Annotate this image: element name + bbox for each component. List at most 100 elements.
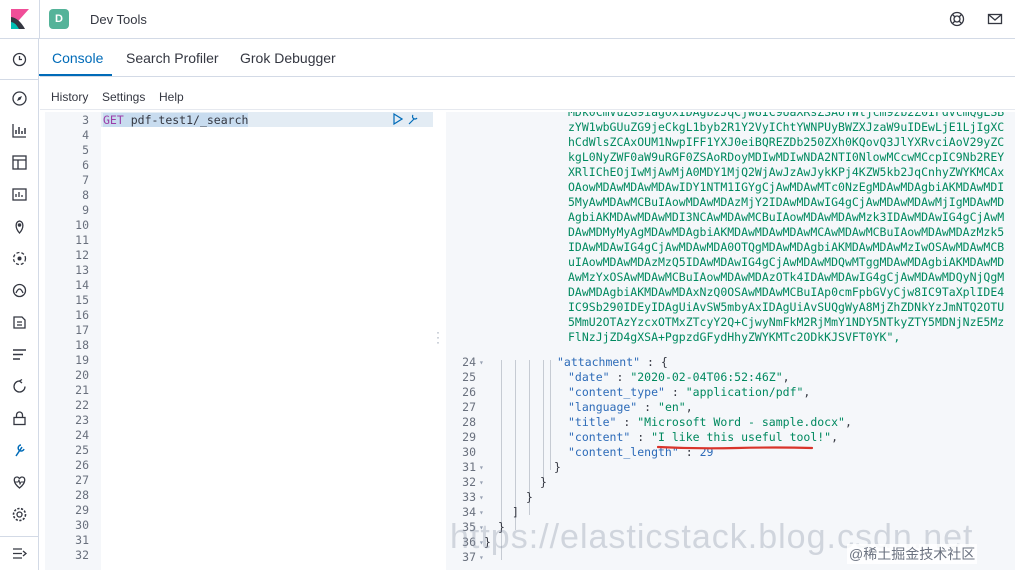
- editor-line-number: 9: [82, 203, 89, 217]
- request-options-wrench-icon[interactable]: [407, 113, 419, 125]
- help-button[interactable]: Help: [159, 90, 184, 104]
- editor-line-number: 27: [75, 473, 89, 487]
- output-line-number: 24: [462, 355, 476, 369]
- editor-line-number: 8: [82, 188, 89, 202]
- editor-line-number: 5: [82, 143, 89, 157]
- request-path: pdf-test1/_search: [130, 113, 249, 127]
- editor-line-number: 19: [75, 353, 89, 367]
- editor-line-number: 29: [75, 503, 89, 517]
- help-icon[interactable]: [949, 11, 965, 27]
- editor-line-number: 7: [82, 173, 89, 187]
- editor-line-number: 6: [82, 158, 89, 172]
- output-line-number: 30: [462, 445, 476, 459]
- visualize-chart-icon[interactable]: [11, 122, 28, 139]
- dashboard-icon[interactable]: [11, 154, 28, 171]
- json-content-line: "content" : "I like this useful tool!",: [568, 430, 839, 444]
- fold-arrow-icon[interactable]: ▾: [479, 478, 484, 487]
- output-line-number: 34: [462, 505, 476, 519]
- output-line-number: 33: [462, 490, 476, 504]
- discover-compass-icon[interactable]: [11, 90, 28, 107]
- output-line-number: 32: [462, 475, 476, 489]
- editor-line-number: 32: [75, 548, 89, 562]
- apm-icon[interactable]: [11, 346, 28, 363]
- response-output[interactable]: MDk0CmVuZG9iagoxIDAgb2JqCjw8IC9UaXRsZSAo…: [446, 112, 1015, 570]
- tab-console[interactable]: Console: [52, 50, 103, 66]
- header-divider: [39, 0, 40, 39]
- editor-line-number: 11: [75, 233, 89, 247]
- output-line-number: 27: [462, 400, 476, 414]
- output-line-number: 25: [462, 370, 476, 384]
- editor-line-number: 31: [75, 533, 89, 547]
- header-bar: D Dev Tools: [0, 0, 1015, 39]
- nav-divider-bottom: [0, 536, 39, 537]
- output-line-number: 29: [462, 430, 476, 444]
- fold-arrow-icon[interactable]: ▾: [479, 508, 484, 517]
- pane-resizer-handle[interactable]: · · ·: [436, 326, 440, 348]
- response-base64-data: MDk0CmVuZG9iagoxIDAgb2JqCjw8IC9UaXRsZSAo…: [568, 112, 1005, 344]
- indent-guide: [550, 360, 551, 470]
- request-method: GET: [103, 113, 124, 127]
- maps-pin-icon[interactable]: [11, 218, 28, 235]
- editor-line-number: 10: [75, 218, 89, 232]
- dev-tools-wrench-icon[interactable]: [11, 442, 28, 459]
- json-close-bracket: ]: [512, 505, 519, 519]
- ml-icon[interactable]: [11, 250, 28, 267]
- recent-clock-icon[interactable]: [11, 51, 28, 68]
- editor-line-number: 17: [75, 323, 89, 337]
- send-request-play-icon[interactable]: [393, 113, 403, 125]
- json-close-brace: }: [554, 460, 561, 474]
- editor-line-number: 26: [75, 458, 89, 472]
- juejin-watermark: @稀土掘金技术社区: [847, 544, 978, 564]
- history-button[interactable]: History: [51, 90, 88, 104]
- json-close-brace: }: [526, 490, 533, 504]
- editor-line-number: 15: [75, 293, 89, 307]
- request-line[interactable]: GET pdf-test1/_search: [103, 113, 249, 127]
- expand-nav-icon[interactable]: [11, 545, 28, 562]
- json-date-line: "date" : "2020-02-04T06:52:46Z",: [568, 370, 790, 384]
- canvas-icon[interactable]: [11, 186, 28, 203]
- editor-line-number: 21: [75, 383, 89, 397]
- toolbar-divider: [40, 109, 1015, 110]
- space-avatar[interactable]: D: [49, 9, 69, 29]
- nav-divider: [0, 79, 39, 80]
- dev-tools-tabs: Console Search Profiler Grok Debugger: [40, 39, 1015, 77]
- metrics-icon[interactable]: [11, 282, 28, 299]
- editor-line-number: 14: [75, 278, 89, 292]
- json-language-line: "language" : "en",: [568, 400, 693, 414]
- editor-line-number: 23: [75, 413, 89, 427]
- uptime-icon[interactable]: [11, 378, 28, 395]
- output-line-number: 31: [462, 460, 476, 474]
- request-editor[interactable]: 3 4 5 6 7 8 9 10 11 12 13 14 15 16 17 18 19 20 21 22 23 24 25 2…: [45, 112, 433, 570]
- editor-line-number: 16: [75, 308, 89, 322]
- editor-line-number: 3: [82, 113, 89, 127]
- tab-search-profiler[interactable]: Search Profiler: [126, 50, 219, 66]
- json-title-line: "title" : "Microsoft Word - sample.docx"…: [568, 415, 852, 429]
- side-navigation: [0, 39, 39, 570]
- output-line-number: 26: [462, 385, 476, 399]
- mail-icon[interactable]: [987, 11, 1003, 27]
- active-tab-indicator: [39, 74, 112, 76]
- output-line-number: 28: [462, 415, 476, 429]
- editor-line-number: 4: [82, 128, 89, 142]
- management-gear-icon[interactable]: [11, 506, 28, 523]
- editor-line-number: 18: [75, 338, 89, 352]
- fold-arrow-icon[interactable]: ▾: [479, 358, 484, 367]
- indent-guide: [543, 360, 544, 485]
- siem-lock-icon[interactable]: [11, 410, 28, 427]
- red-underline-annotation: [657, 445, 813, 450]
- fold-arrow-icon[interactable]: ▾: [479, 463, 484, 472]
- settings-button[interactable]: Settings: [102, 90, 145, 104]
- breadcrumb-title: Dev Tools: [90, 12, 147, 27]
- editor-line-number: 24: [75, 428, 89, 442]
- tab-grok-debugger[interactable]: Grok Debugger: [240, 50, 336, 66]
- editor-line-number: 13: [75, 263, 89, 277]
- editor-line-number: 12: [75, 248, 89, 262]
- editor-line-number: 30: [75, 518, 89, 532]
- editor-line-number: 28: [75, 488, 89, 502]
- kibana-logo-icon[interactable]: [11, 9, 29, 29]
- logs-icon[interactable]: [11, 314, 28, 331]
- fold-arrow-icon[interactable]: ▾: [479, 493, 484, 502]
- monitoring-heart-icon[interactable]: [11, 474, 28, 491]
- editor-line-number: 20: [75, 368, 89, 382]
- editor-line-number: 22: [75, 398, 89, 412]
